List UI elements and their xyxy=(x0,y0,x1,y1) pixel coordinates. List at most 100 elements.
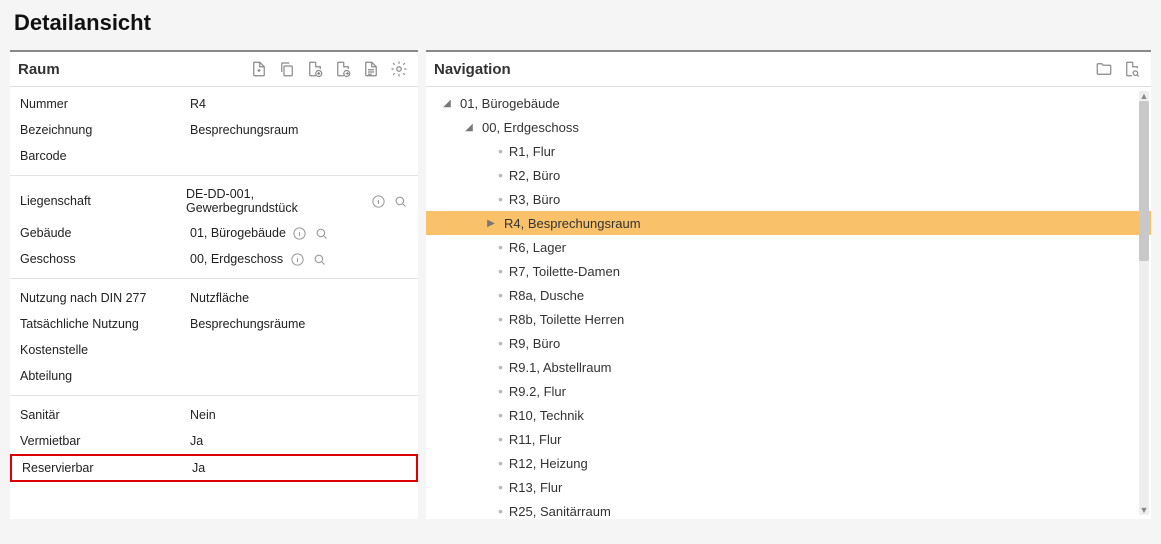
tree-node-label: R11, Flur xyxy=(509,432,562,447)
tree-node[interactable]: •R8a, Dusche xyxy=(426,283,1151,307)
tree-node-label: R4, Besprechungsraum xyxy=(504,216,641,231)
bullet-icon: • xyxy=(498,480,503,494)
scroll-down-icon[interactable]: ▼ xyxy=(1139,505,1149,515)
tree-node[interactable]: •R12, Heizung xyxy=(426,451,1151,475)
tree-node[interactable]: •R2, Büro xyxy=(426,163,1151,187)
copy-document-icon[interactable] xyxy=(276,58,298,80)
divider xyxy=(10,395,418,396)
bullet-icon: • xyxy=(498,432,503,446)
gear-icon[interactable] xyxy=(388,58,410,80)
field-label: Vermietbar xyxy=(20,434,190,448)
scrollbar-thumb[interactable] xyxy=(1139,101,1149,261)
tree-node[interactable]: •R10, Technik xyxy=(426,403,1151,427)
document-search-icon[interactable] xyxy=(1121,58,1143,80)
tree-node[interactable]: • R13, Flur xyxy=(426,475,1151,499)
detail-panel: Raum NummerR4BezeichnungBesprechungsraum… xyxy=(10,50,418,519)
field-row: Kostenstelle xyxy=(10,337,418,363)
field-value: DE-DD-001, Gewerbegrundstück xyxy=(186,187,408,215)
field-row: LiegenschaftDE-DD-001, Gewerbegrundstück xyxy=(10,182,418,220)
field-row: Tatsächliche NutzungBesprechungsräume xyxy=(10,311,418,337)
search-icon[interactable] xyxy=(392,193,408,209)
tree-node[interactable]: • R8b, Toilette Herren xyxy=(426,307,1151,331)
bullet-icon: • xyxy=(498,288,503,302)
tree-node[interactable]: ◢ 01, Bürogebäude xyxy=(426,91,1151,115)
tree-node[interactable]: • R25, Sanitärraum xyxy=(426,499,1151,519)
field-value: Ja xyxy=(190,434,203,448)
tree-node-label: R1, Flur xyxy=(509,144,555,159)
field-label: Nutzung nach DIN 277 xyxy=(20,291,190,305)
bullet-icon: • xyxy=(498,240,503,254)
field-label: Tatsächliche Nutzung xyxy=(20,317,190,331)
field-row: Barcode xyxy=(10,143,418,169)
tree-node[interactable]: • R1, Flur xyxy=(426,139,1151,163)
info-icon[interactable] xyxy=(289,251,305,267)
tree-node-label: R10, Technik xyxy=(509,408,584,423)
tree-node-label: R9.1, Abstellraum xyxy=(509,360,612,375)
tree-node[interactable]: • R6, Lager xyxy=(426,235,1151,259)
bullet-icon: • xyxy=(498,192,503,206)
field-value: Nutzfläche xyxy=(190,291,249,305)
field-row: VermietbarJa xyxy=(10,428,418,454)
field-row: Abteilung xyxy=(10,363,418,389)
field-value: Nein xyxy=(190,408,216,422)
document-lines-icon[interactable] xyxy=(360,58,382,80)
tree-node-label: 01, Bürogebäude xyxy=(460,96,560,111)
field-value: 01, Bürogebäude xyxy=(190,225,330,241)
divider xyxy=(10,278,418,279)
detail-toolbar xyxy=(248,58,410,80)
tree-node-label: R25, Sanitärraum xyxy=(509,504,611,519)
tree-node[interactable]: ▶ R4, Besprechungsraum xyxy=(426,211,1151,235)
tree-node-label: R12, Heizung xyxy=(509,456,588,471)
field-value-text: Nein xyxy=(190,408,216,422)
tree-node[interactable]: ◢00, Erdgeschoss xyxy=(426,115,1151,139)
field-value-text: Ja xyxy=(190,434,203,448)
tree-node[interactable]: •R7, Toilette-Damen xyxy=(426,259,1151,283)
tree-node[interactable]: •R9, Büro xyxy=(426,331,1151,355)
tree-node[interactable]: •R9.2, Flur xyxy=(426,379,1151,403)
detail-fields: NummerR4BezeichnungBesprechungsraumBarco… xyxy=(10,87,418,488)
tree-expand-icon[interactable]: ▶ xyxy=(484,218,498,229)
tree-node[interactable]: • R11, Flur xyxy=(426,427,1151,451)
field-label: Kostenstelle xyxy=(20,343,190,357)
field-label: Abteilung xyxy=(20,369,190,383)
field-label: Barcode xyxy=(20,149,190,163)
field-value-text: Ja xyxy=(192,461,205,475)
field-row: Gebäude01, Bürogebäude xyxy=(10,220,418,246)
bullet-icon: • xyxy=(498,312,503,326)
field-value-text: R4 xyxy=(190,97,206,111)
field-value: R4 xyxy=(190,97,206,111)
tree-node[interactable]: • R3, Büro xyxy=(426,187,1151,211)
tree-node-label: R8b, Toilette Herren xyxy=(509,312,624,327)
field-row: SanitärNein xyxy=(10,402,418,428)
field-label: Nummer xyxy=(20,97,190,111)
tree-node-label: R13, Flur xyxy=(509,480,562,495)
bullet-icon: • xyxy=(498,264,503,278)
tree-collapse-icon[interactable]: ◢ xyxy=(462,122,476,133)
tree-node-label: R2, Büro xyxy=(509,168,560,183)
scrollbar[interactable]: ▲ ▼ xyxy=(1139,91,1149,515)
tree-collapse-icon[interactable]: ◢ xyxy=(440,98,454,109)
document-forward-icon[interactable] xyxy=(332,58,354,80)
tree-node-label: R3, Büro xyxy=(509,192,560,207)
search-icon[interactable] xyxy=(311,251,327,267)
field-row: Geschoss00, Erdgeschoss xyxy=(10,246,418,272)
field-value-text: DE-DD-001, Gewerbegrundstück xyxy=(186,187,365,215)
search-icon[interactable] xyxy=(314,225,330,241)
info-icon[interactable] xyxy=(292,225,308,241)
navigation-panel: Navigation ◢01, Bürogebäude◢00, Erdgesch… xyxy=(426,50,1151,519)
bullet-icon: • xyxy=(498,384,503,398)
field-label: Bezeichnung xyxy=(20,123,190,137)
document-add-icon[interactable] xyxy=(304,58,326,80)
field-value: 00, Erdgeschoss xyxy=(190,251,327,267)
bullet-icon: • xyxy=(498,144,503,158)
new-document-icon[interactable] xyxy=(248,58,270,80)
bullet-icon: • xyxy=(498,504,503,518)
scroll-up-icon[interactable]: ▲ xyxy=(1139,91,1149,101)
tree-node-label: R6, Lager xyxy=(509,240,566,255)
folder-icon[interactable] xyxy=(1093,58,1115,80)
info-icon[interactable] xyxy=(371,193,387,209)
tree-node-label: R9, Büro xyxy=(509,336,560,351)
tree-node[interactable]: •R9.1, Abstellraum xyxy=(426,355,1151,379)
detail-panel-title: Raum xyxy=(18,61,60,78)
divider xyxy=(10,175,418,176)
